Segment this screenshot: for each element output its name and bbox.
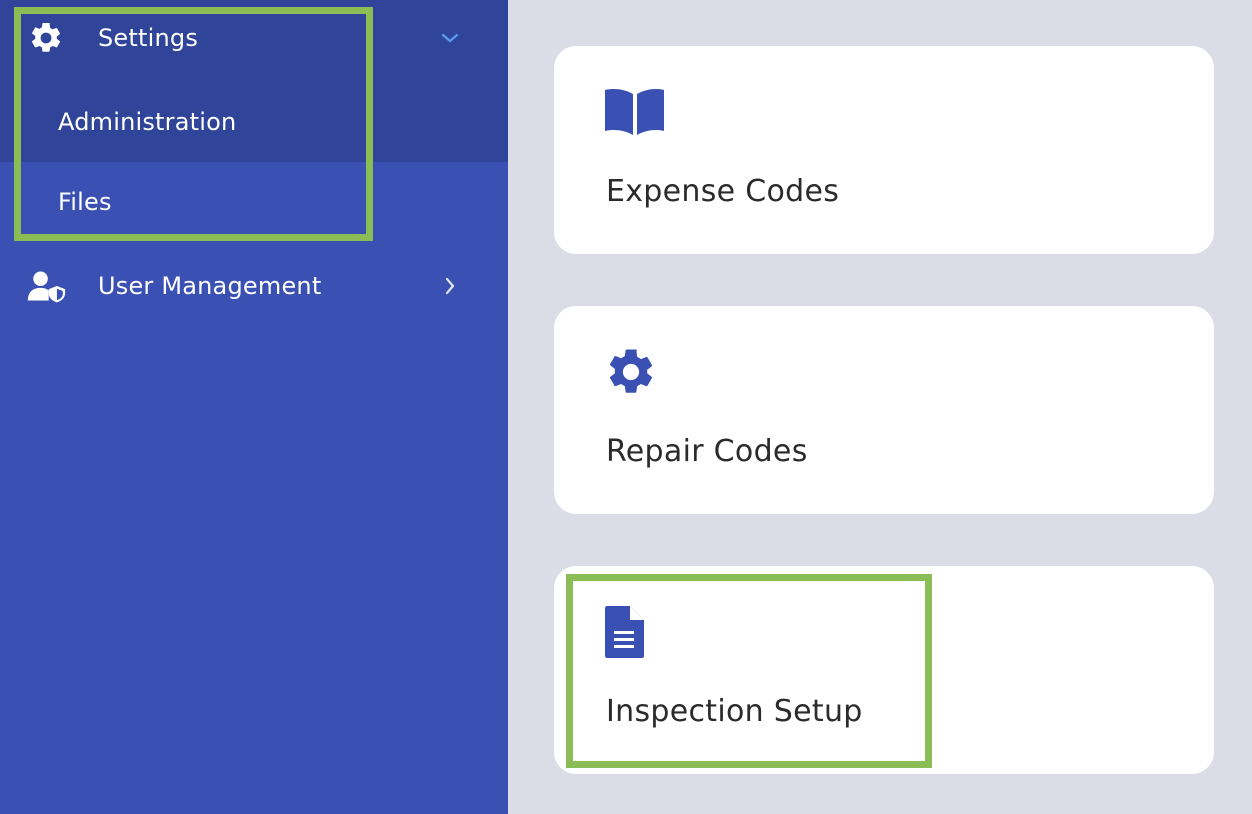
sidebar-item-user-management-label: User Management [98,272,322,300]
app-window: Settings Administration Files User Manag… [0,0,1252,814]
card-expense-codes-label: Expense Codes [606,174,840,209]
chevron-right-icon[interactable] [436,272,464,300]
chevron-down-icon[interactable] [436,24,464,52]
sidebar-item-settings-label: Settings [98,24,199,52]
sidebar-item-administration[interactable]: Administration [0,92,508,152]
document-icon [604,604,666,660]
card-expense-codes[interactable]: Expense Codes [554,46,1214,254]
card-inspection-setup[interactable]: Inspection Setup [554,566,1214,774]
gear-icon [604,344,666,400]
sidebar-item-administration-label: Administration [58,108,237,136]
sidebar-item-user-management[interactable]: User Management [0,256,508,316]
sidebar: Settings Administration Files User Manag… [0,0,508,814]
sidebar-item-files[interactable]: Files [0,172,508,232]
card-repair-codes[interactable]: Repair Codes [554,306,1214,514]
sidebar-item-files-label: Files [58,188,112,216]
gear-icon [26,18,66,58]
card-inspection-setup-label: Inspection Setup [606,694,863,729]
user-shield-icon [26,266,66,306]
card-repair-codes-label: Repair Codes [606,434,808,469]
book-icon [604,84,666,140]
sidebar-item-settings[interactable]: Settings [0,8,508,68]
